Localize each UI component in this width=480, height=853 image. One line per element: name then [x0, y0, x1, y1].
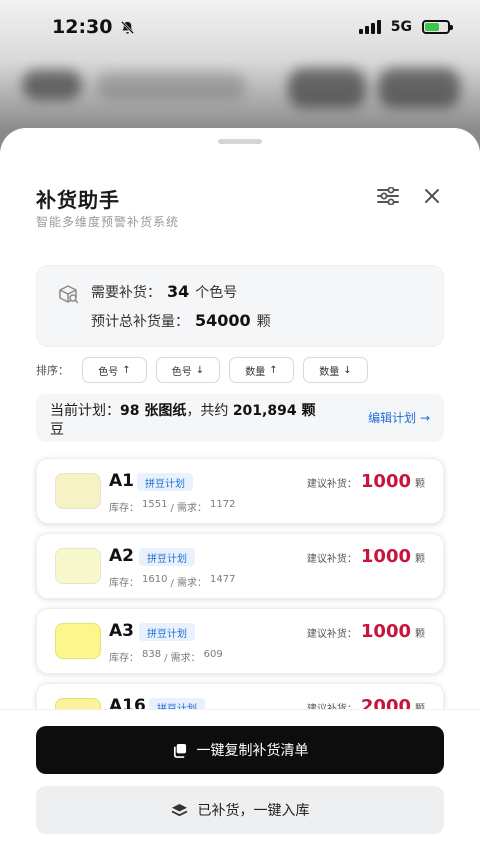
color-code: A1: [109, 471, 134, 491]
stock-label: 库存：: [109, 578, 139, 589]
need-label: / 需求：: [170, 578, 208, 589]
arrow-down-icon: ↓: [343, 364, 352, 376]
stock-value: 1551: [142, 499, 168, 510]
current-plan-text: 当前计划：98 张图纸，共约 201,894 颗豆: [50, 402, 350, 440]
restock-confirm-button[interactable]: 已补货，一键入库: [36, 786, 444, 834]
current-plan-banner: 当前计划：98 张图纸，共约 201,894 颗豆 编辑计划 →: [36, 394, 444, 442]
sheet-subtitle: 智能多维度预警补货系统: [36, 215, 180, 229]
copy-icon: [173, 743, 186, 758]
restock-colors-label: 需要补货：: [91, 285, 161, 301]
color-code: A3: [109, 621, 134, 641]
stock-value: 1610: [142, 574, 168, 585]
bell-muted-icon: [121, 20, 135, 34]
action-footer: 一键复制补货清单 已补货，一键入库: [0, 709, 480, 853]
stack-icon: [171, 803, 187, 816]
status-time: 12:30: [52, 16, 135, 38]
copy-restock-list-label: 一键复制补货清单: [196, 743, 309, 759]
suggest-label: 建议补货：: [306, 554, 357, 565]
suggest-unit: 颗: [415, 554, 425, 565]
stock-label: 库存：: [109, 653, 139, 664]
package-search-icon: [59, 285, 79, 304]
stock-need-text: 库存： 838 / 需求： 609: [109, 649, 223, 664]
arrow-down-icon: ↓: [195, 364, 205, 376]
restock-colors-unit: 个色号: [195, 285, 238, 301]
plan-suffix: 豆: [50, 422, 64, 438]
restock-assistant-sheet: 补货助手 智能多维度预警补货系统 需要补货： 34 个色号 预计总补货量： 54…: [0, 128, 480, 853]
restock-item-card[interactable]: A1 拼豆计划 库存： 1551 / 需求： 1172 建议补货： 1000 颗: [36, 458, 444, 524]
sort-option-label: 数量: [245, 366, 266, 378]
sort-code-desc-button[interactable]: 色号 ↓: [156, 357, 220, 383]
need-value: 609: [203, 649, 223, 660]
restock-colors-row: 需要补货： 34 个色号: [91, 282, 237, 302]
close-button[interactable]: [418, 182, 446, 210]
stock-need-text: 库存： 1610 / 需求： 1477: [109, 574, 235, 589]
suggest-unit: 颗: [415, 629, 425, 640]
sort-bar: 排序： 色号 ↑ 色号 ↓ 数量 ↑ 数量 ↓: [36, 357, 377, 383]
sort-label: 排序：: [36, 364, 69, 377]
suggest-unit: 颗: [415, 479, 425, 490]
color-swatch: [55, 473, 101, 509]
sort-qty-asc-button[interactable]: 数量 ↑: [229, 357, 294, 383]
suggested-restock: 建议补货： 1000 颗: [307, 471, 425, 492]
need-label: / 需求：: [164, 653, 201, 664]
plan-mid: ，共约: [186, 403, 233, 419]
sliders-icon: [377, 187, 399, 205]
plan-sheet-count: 98 张图纸: [120, 403, 187, 419]
network-label: 5G: [390, 19, 412, 35]
sort-code-asc-button[interactable]: 色号 ↑: [82, 357, 147, 383]
sheet-title: 补货助手: [36, 188, 120, 212]
restock-summary: 需要补货： 34 个色号 预计总补货量： 54000 颗: [36, 265, 444, 347]
edit-plan-link[interactable]: 编辑计划 →: [368, 409, 430, 426]
suggest-label: 建议补货：: [306, 479, 357, 490]
suggest-value: 1000: [360, 546, 411, 567]
restock-item-card[interactable]: A2 拼豆计划 库存： 1610 / 需求： 1477 建议补货： 1000 颗: [36, 533, 444, 599]
sheet-grabber[interactable]: [218, 139, 262, 144]
sort-qty-desc-button[interactable]: 数量 ↓: [303, 357, 368, 383]
clock-text: 12:30: [52, 16, 113, 38]
restock-total-row: 预计总补货量： 54000 颗: [91, 311, 271, 331]
color-swatch: [55, 548, 101, 584]
color-swatch: [55, 623, 101, 659]
restock-confirm-label: 已补货，一键入库: [197, 803, 310, 819]
restock-colors-count: 34: [167, 282, 190, 301]
close-icon: [425, 189, 439, 203]
suggested-restock: 建议补货： 1000 颗: [307, 621, 425, 642]
signal-icon: [358, 20, 381, 34]
need-value: 1477: [210, 574, 236, 585]
restock-item-card[interactable]: A3 拼豆计划 库存： 838 / 需求： 609 建议补货： 1000 颗: [36, 608, 444, 674]
stock-value: 838: [142, 649, 162, 660]
bead-plan-tag: 拼豆计划: [137, 473, 193, 491]
sort-option-label: 色号: [171, 366, 192, 378]
arrow-up-icon: ↑: [269, 364, 278, 376]
status-bar: 12:30 5G: [0, 0, 480, 54]
stock-need-text: 库存： 1551 / 需求： 1172: [109, 499, 235, 514]
restock-total-value: 54000: [195, 311, 251, 330]
need-label: / 需求：: [170, 503, 208, 514]
bead-plan-tag: 拼豆计划: [139, 548, 195, 566]
suggested-restock: 建议补货： 1000 颗: [307, 546, 425, 567]
bead-plan-tag: 拼豆计划: [139, 623, 195, 641]
restock-total-unit: 颗: [256, 314, 271, 330]
stock-label: 库存：: [109, 503, 139, 514]
sort-option-label: 数量: [319, 366, 340, 378]
suggest-label: 建议补货：: [306, 629, 357, 640]
plan-bead-count: 201,894 颗: [232, 403, 316, 419]
battery-charging-icon: [422, 20, 453, 34]
plan-prefix: 当前计划：: [50, 403, 120, 419]
restock-total-label: 预计总补货量：: [91, 314, 189, 330]
need-value: 1172: [210, 499, 236, 510]
color-code: A2: [109, 546, 134, 566]
sort-option-label: 色号: [98, 366, 119, 378]
arrow-up-icon: ↑: [122, 364, 131, 376]
filter-settings-button[interactable]: [374, 182, 402, 210]
copy-restock-list-button[interactable]: 一键复制补货清单: [36, 726, 444, 774]
suggest-value: 1000: [360, 471, 411, 492]
suggest-value: 1000: [360, 621, 411, 642]
